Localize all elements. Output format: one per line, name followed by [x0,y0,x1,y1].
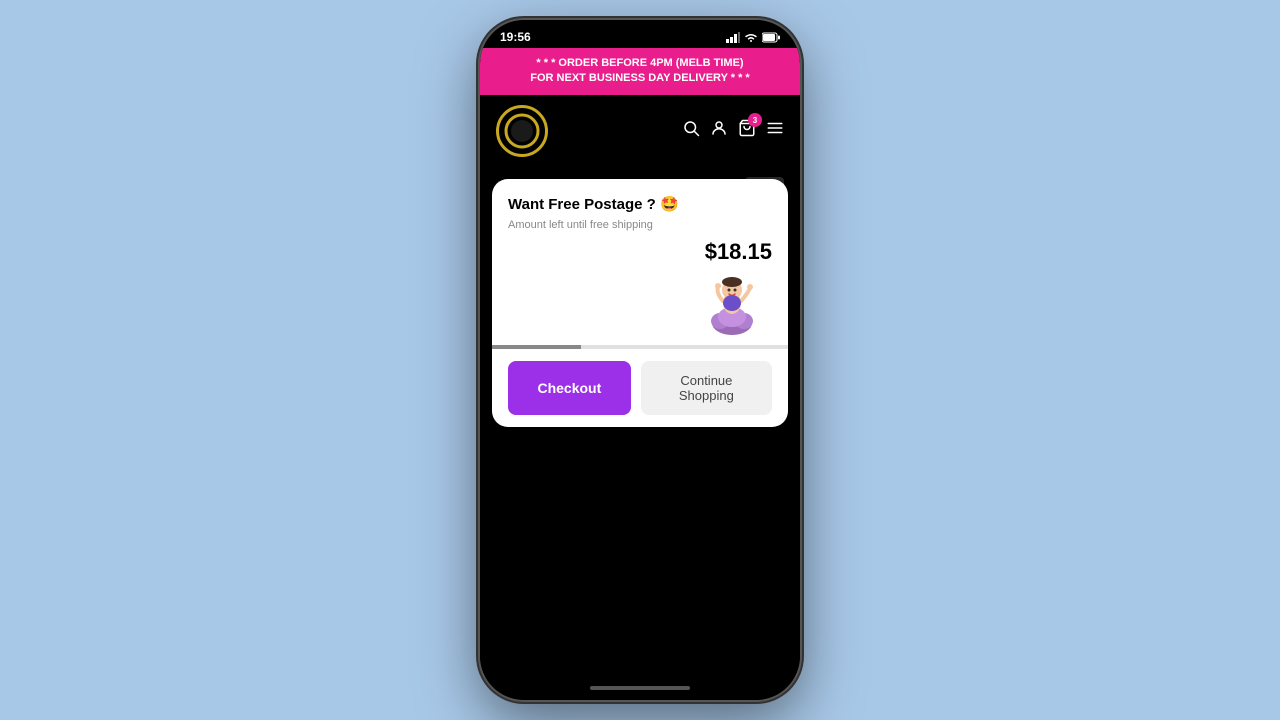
modal-overlay: Want Free Postage ? 🤩 Amount left until … [480,167,800,680]
modal-subtitle: Amount left until free shipping [508,219,772,231]
phone-frame: 19:56 [480,20,800,700]
free-postage-modal: Want Free Postage ? 🤩 Amount left until … [492,179,788,427]
status-bar: 19:56 [480,20,800,48]
cart-badge: 3 [748,113,762,127]
logo [496,105,548,157]
banner-line2: FOR NEXT BUSINESS DAY DELIVERY * * * [492,71,788,86]
main-content: (x5) EDIT Curl: C Subtotal $56.85 Shippi… [480,167,800,680]
nav-icons-group: 3 [682,119,784,142]
home-indicator [480,680,800,700]
notch [590,20,690,42]
shipping-amount: $18.15 [705,239,772,265]
promo-banner: * * * ORDER BEFORE 4PM (MELB TIME) FOR N… [480,48,800,95]
battery-icon [762,32,780,43]
search-button[interactable] [682,119,700,142]
modal-header: Want Free Postage ? 🤩 Amount left until … [492,179,788,239]
account-button[interactable] [710,119,728,142]
cart-button[interactable]: 3 [738,119,756,142]
account-icon [710,119,728,137]
screen: 19:56 [480,20,800,700]
status-time: 19:56 [500,30,531,44]
checkout-button[interactable]: Checkout [508,361,631,415]
continue-shopping-button[interactable]: Continue Shopping [641,361,772,415]
modal-buttons: Checkout Continue Shopping [492,349,788,427]
search-icon [682,119,700,137]
home-bar [590,686,690,690]
wifi-icon [744,32,758,43]
status-icons [726,32,780,43]
menu-icon [766,119,784,137]
menu-button[interactable] [766,119,784,142]
logo-icon [502,111,542,151]
navigation-bar: 3 [480,95,800,167]
modal-title: Want Free Postage ? 🤩 [508,195,772,213]
signal-icon [726,32,740,43]
character-illustration [702,265,772,337]
banner-line1: * * * ORDER BEFORE 4PM (MELB TIME) [492,56,788,71]
